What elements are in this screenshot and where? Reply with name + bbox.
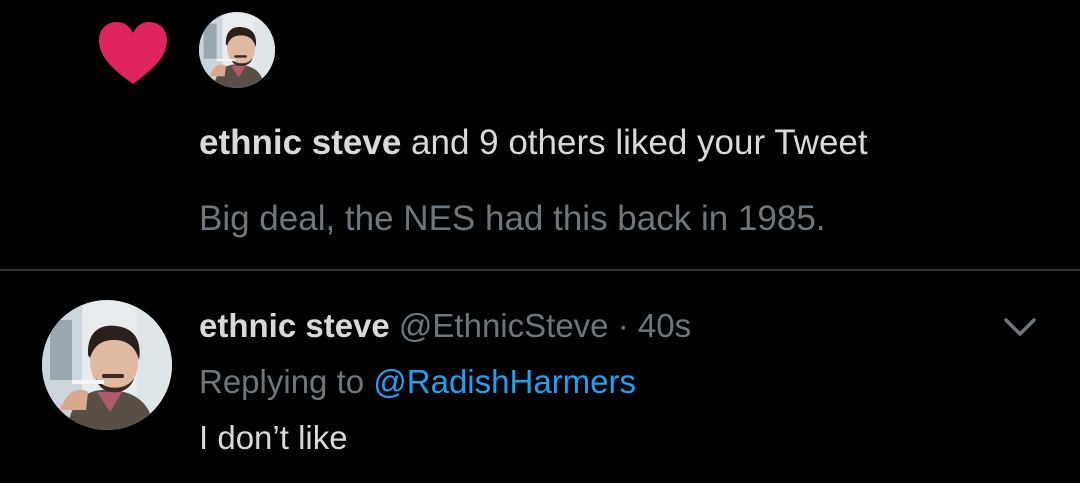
separator-dot: · bbox=[617, 307, 629, 344]
tweet-text: I don’t like bbox=[199, 419, 348, 456]
replying-to-handle[interactable]: @RadishHarmers bbox=[373, 363, 636, 400]
author-name[interactable]: ethnic steve bbox=[199, 307, 390, 344]
notification-title: ethnic steve and 9 others liked your Twe… bbox=[199, 122, 868, 164]
replying-to-label: Replying to bbox=[199, 363, 374, 400]
tweet-header: ethnic steve @EthnicSteve · 40s bbox=[199, 306, 691, 346]
avatar[interactable] bbox=[199, 12, 275, 88]
tweet-preview[interactable]: Big deal, the NES had this back in 1985. bbox=[199, 198, 826, 240]
notification-action-text: and 9 others liked your Tweet bbox=[401, 123, 868, 162]
author-handle[interactable]: @EthnicSteve bbox=[399, 307, 609, 344]
replying-to: Replying to @RadishHarmers bbox=[199, 362, 636, 402]
timestamp[interactable]: 40s bbox=[638, 307, 691, 344]
liker-name[interactable]: ethnic steve bbox=[199, 123, 401, 162]
avatar-photo bbox=[42, 300, 172, 430]
avatar-photo bbox=[199, 12, 275, 88]
chevron-down-icon[interactable] bbox=[1000, 312, 1040, 342]
heart-icon bbox=[99, 22, 167, 84]
like-notification[interactable]: ethnic steve and 9 others liked your Twe… bbox=[0, 0, 1080, 270]
avatar[interactable] bbox=[42, 300, 172, 430]
divider bbox=[0, 269, 1080, 271]
